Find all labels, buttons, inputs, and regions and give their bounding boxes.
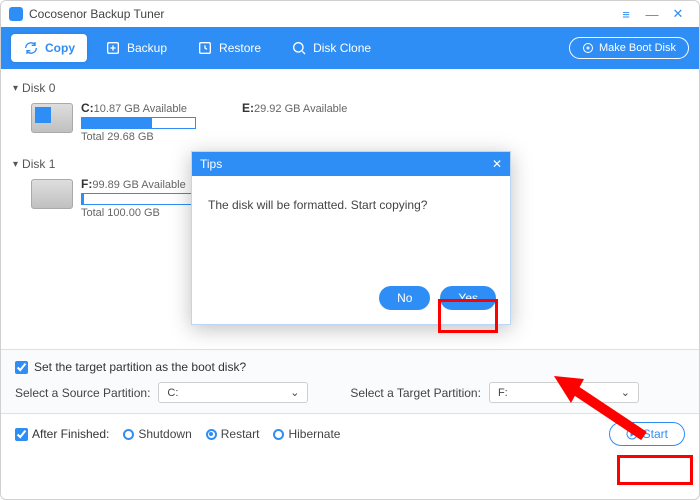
app-window: Cocosenor Backup Tuner ≡ — ✕ Copy Backup… [0,0,700,500]
source-value: C: [167,387,178,399]
boot-disk-checkbox[interactable] [15,361,28,374]
disk1-label: Disk 1 [22,157,55,171]
yes-button[interactable]: Yes [440,286,496,310]
chevron-down-icon: ▾ [13,159,18,170]
disk0-label: Disk 0 [22,81,55,95]
disc-icon [582,42,594,54]
search-disk-icon [291,40,307,56]
f-partition[interactable]: F:99.89 GB Available Total 100.00 GB [81,177,196,219]
source-partition-combo[interactable]: C: ⌄ [158,382,308,403]
disk0-header[interactable]: ▾ Disk 0 [13,81,687,95]
boot-disk-label: Set the target partition as the boot dis… [34,360,246,374]
tab-copy-label: Copy [45,41,75,55]
highlight-start [617,455,693,485]
source-label: Select a Source Partition: [15,386,150,400]
c-total: Total 29.68 GB [81,131,196,143]
tab-restore-label: Restore [219,41,261,55]
windows-drive-icon [31,103,73,133]
make-boot-disk-label: Make Boot Disk [599,42,676,54]
f-drive-letter: F: [81,177,92,191]
tips-dialog: Tips ✕ The disk will be formatted. Start… [191,151,511,325]
restore-icon [197,40,213,56]
tab-backup-label: Backup [127,41,167,55]
e-partition[interactable]: E:29.92 GB Available [242,101,347,115]
hibernate-label: Hibernate [288,427,340,441]
e-available: 29.92 GB Available [254,103,347,115]
c-drive-letter: C: [81,101,94,115]
f-usage-bar [81,193,196,205]
radio-restart[interactable]: Restart [206,427,260,441]
target-value: F: [498,387,508,399]
e-drive-letter: E: [242,101,254,115]
titlebar: Cocosenor Backup Tuner ≡ — ✕ [1,1,699,27]
drive-icon [31,179,73,209]
dialog-message: The disk will be formatted. Start copyin… [192,176,510,276]
shutdown-label: Shutdown [138,427,191,441]
no-button[interactable]: No [379,286,430,310]
close-button[interactable]: ✕ [665,6,691,22]
f-total: Total 100.00 GB [81,207,196,219]
chevron-down-icon: ⌄ [290,386,299,399]
make-boot-disk-button[interactable]: Make Boot Disk [569,37,689,59]
c-usage-fill [82,118,152,128]
f-usage-fill [82,194,84,204]
app-title: Cocosenor Backup Tuner [29,7,164,21]
dialog-close-icon[interactable]: ✕ [492,157,502,171]
tab-diskclone[interactable]: Disk Clone [279,34,383,62]
radio-shutdown[interactable]: Shutdown [123,427,191,441]
menu-icon[interactable]: ≡ [613,7,639,22]
restart-label: Restart [221,427,260,441]
minimize-button[interactable]: — [639,7,665,22]
annotation-arrow-icon [549,371,649,441]
tab-restore[interactable]: Restore [185,34,273,62]
toolbar: Copy Backup Restore Disk Clone Make Boot… [1,27,699,69]
chevron-down-icon: ▾ [13,83,18,94]
refresh-icon [23,40,39,56]
plus-box-icon [105,40,121,56]
f-available: 99.89 GB Available [92,179,185,191]
disk0-row: C:10.87 GB Available Total 29.68 GB E:29… [31,101,687,143]
c-partition[interactable]: C:10.87 GB Available Total 29.68 GB [81,101,196,143]
tab-copy[interactable]: Copy [11,34,87,62]
after-finished-checkbox[interactable] [15,428,28,441]
target-label: Select a Target Partition: [350,386,481,400]
tab-diskclone-label: Disk Clone [313,41,371,55]
after-finished-label: After Finished: [32,427,109,441]
dialog-title: Tips [200,157,222,171]
app-logo-icon [9,7,23,21]
c-usage-bar [81,117,196,129]
tab-backup[interactable]: Backup [93,34,179,62]
c-available: 10.87 GB Available [94,103,187,115]
radio-hibernate[interactable]: Hibernate [273,427,340,441]
